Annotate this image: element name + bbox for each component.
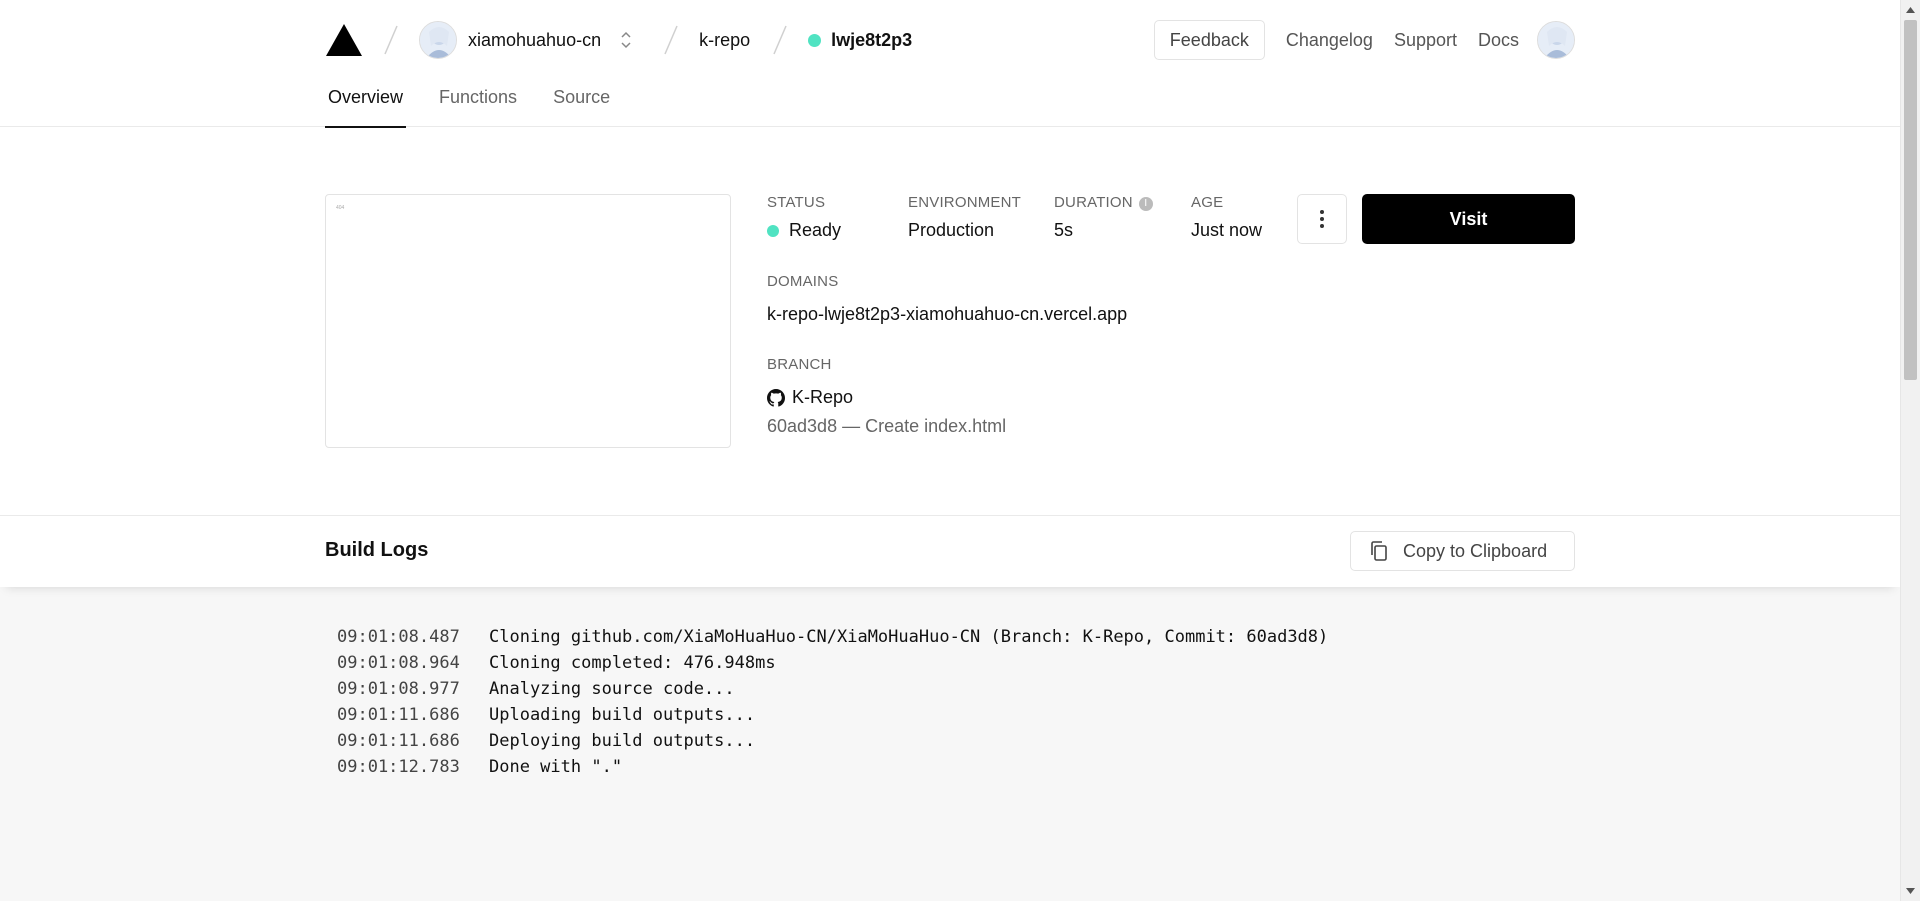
build-logs-body: 09:01:08.487 Cloning github.com/XiaMoHua… — [0, 587, 1900, 901]
changelog-link[interactable]: Changelog — [1286, 30, 1373, 51]
vercel-logo-icon[interactable] — [325, 22, 363, 58]
age-value: Just now — [1191, 220, 1263, 240]
team-avatar — [419, 21, 457, 59]
log-message: Uploading build outputs... — [489, 705, 756, 725]
breadcrumb-separator-icon — [377, 22, 405, 58]
log-message: Done with "." — [489, 757, 623, 777]
environment-value: Production — [908, 220, 995, 240]
deployment-breadcrumb[interactable]: lwje8t2p3 — [808, 30, 912, 51]
top-bar: xiamohuahuo-cn k-repo lwje8t2p3 Feedback… — [325, 18, 1575, 62]
status-field: STATUS Ready — [767, 194, 841, 241]
scroll-up-arrow-icon[interactable] — [1901, 1, 1920, 19]
team-name: xiamohuahuo-cn — [468, 29, 602, 50]
scrollbar-thumb[interactable] — [1904, 20, 1917, 380]
log-line: 09:01:12.783 Done with "." — [337, 754, 1328, 780]
log-timestamp: 09:01:12.783 — [337, 757, 460, 777]
log-line: 09:01:08.964 Cloning completed: 476.948m… — [337, 650, 1328, 676]
deployment-id: lwje8t2p3 — [831, 29, 913, 50]
log-line: 09:01:08.977 Analyzing source code... — [337, 676, 1328, 702]
branch-section: BRANCH K-Repo 60ad3d8 — Create index.htm… — [767, 356, 1006, 437]
domains-section: DOMAINS k-repo-lwje8t2p3-xiamohuahuo-cn.… — [767, 273, 1127, 325]
log-line: 09:01:08.487 Cloning github.com/XiaMoHua… — [337, 624, 1328, 650]
docs-link[interactable]: Docs — [1478, 30, 1519, 51]
support-link[interactable]: Support — [1394, 30, 1457, 51]
log-message: Analyzing source code... — [489, 679, 735, 699]
age-label: AGE — [1191, 194, 1224, 211]
team-switcher[interactable]: xiamohuahuo-cn — [419, 21, 633, 59]
scroll-down-arrow-icon[interactable] — [1901, 882, 1920, 900]
log-line: 09:01:11.686 Uploading build outputs... — [337, 702, 1328, 728]
tab-overview[interactable]: Overview — [325, 80, 407, 128]
log-line: 09:01:11.686 Deploying build outputs... — [337, 728, 1328, 754]
more-options-button[interactable] — [1297, 194, 1347, 244]
header: xiamohuahuo-cn k-repo lwje8t2p3 Feedback… — [0, 0, 1900, 128]
log-timestamp: 09:01:08.977 — [337, 679, 460, 699]
preview-text: 404 — [336, 205, 345, 211]
deployment-status-dot — [808, 33, 822, 47]
info-icon[interactable]: i — [1138, 197, 1153, 211]
breadcrumb-separator-icon — [766, 22, 794, 58]
domains-label: DOMAINS — [767, 273, 839, 290]
page: xiamohuahuo-cn k-repo lwje8t2p3 Feedback… — [0, 0, 1900, 901]
copy-icon — [1371, 541, 1387, 561]
log-message: Cloning github.com/XiaMoHuaHuo-CN/XiaMoH… — [489, 627, 1329, 647]
project-link[interactable]: k-repo — [699, 30, 750, 51]
feedback-button[interactable]: Feedback — [1153, 20, 1265, 60]
tab-functions[interactable]: Functions — [436, 80, 520, 127]
branch-label: BRANCH — [767, 356, 832, 373]
page-scrollbar[interactable] — [1900, 0, 1920, 901]
log-timestamp: 09:01:11.686 — [337, 731, 460, 751]
environment-label: ENVIRONMENT — [908, 194, 1022, 211]
log-timestamp: 09:01:08.964 — [337, 653, 460, 673]
build-logs-header: Build Logs Copy to Clipboard — [0, 515, 1900, 587]
domain-link[interactable]: k-repo-lwje8t2p3-xiamohuahuo-cn.vercel.a… — [767, 304, 1127, 325]
age-field: AGE Just now — [1191, 194, 1262, 241]
duration-label-text: DURATION — [1054, 194, 1133, 211]
more-vertical-icon — [1320, 210, 1324, 228]
log-message: Cloning completed: 476.948ms — [489, 653, 776, 673]
log-timestamp: 09:01:08.487 — [337, 627, 460, 647]
branch-name: K-Repo — [792, 387, 854, 407]
tab-bar: Overview Functions Source — [325, 80, 643, 128]
deployment-preview[interactable]: 404 — [325, 194, 731, 448]
environment-field: ENVIRONMENT Production — [908, 194, 1021, 241]
github-icon — [767, 388, 785, 407]
chevron-up-down-icon[interactable] — [619, 29, 633, 51]
visit-button[interactable]: Visit — [1362, 194, 1575, 244]
log-list: 09:01:08.487 Cloning github.com/XiaMoHua… — [337, 624, 1328, 780]
commit-link[interactable]: 60ad3d8 — Create index.html — [767, 416, 1006, 437]
status-value: Ready — [767, 220, 841, 241]
top-nav: Feedback Changelog Support Docs — [1153, 18, 1575, 62]
duration-value: 5s — [1054, 220, 1074, 240]
status-text: Ready — [789, 220, 842, 240]
user-avatar[interactable] — [1537, 21, 1575, 59]
build-logs-title: Build Logs — [325, 539, 429, 561]
log-timestamp: 09:01:11.686 — [337, 705, 460, 725]
tab-source[interactable]: Source — [550, 80, 613, 127]
duration-label: DURATION i — [1054, 194, 1153, 211]
duration-field: DURATION i 5s — [1054, 194, 1153, 241]
status-label: STATUS — [767, 194, 826, 211]
breadcrumb-separator-icon — [657, 22, 685, 58]
copy-label: Copy to Clipboard — [1403, 540, 1548, 561]
log-message: Deploying build outputs... — [489, 731, 756, 751]
status-dot — [767, 224, 779, 237]
branch-link[interactable]: K-Repo — [767, 387, 1006, 408]
copy-to-clipboard-button[interactable]: Copy to Clipboard — [1350, 531, 1575, 571]
